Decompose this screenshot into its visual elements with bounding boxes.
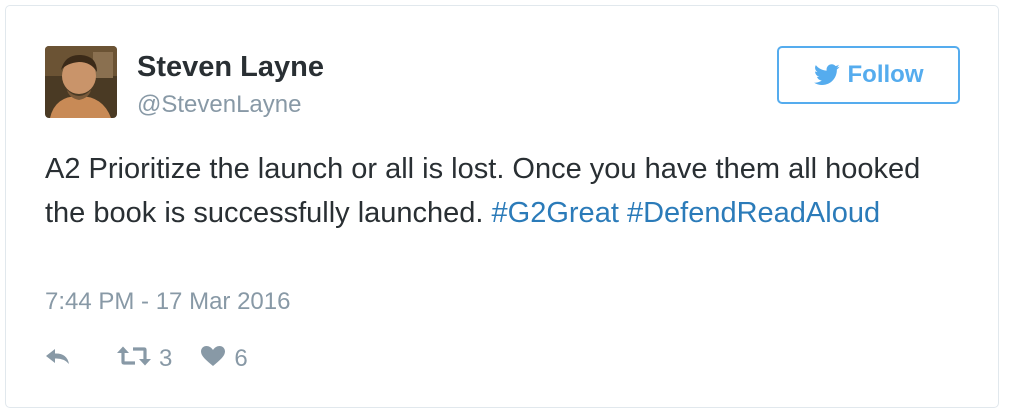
author-handle[interactable]: @StevenLayne: [137, 90, 301, 120]
like-button[interactable]: 6: [200, 345, 248, 374]
tweet-text: A2 Prioritize the launch or all is lost.…: [45, 147, 945, 235]
retweet-count: 3: [159, 345, 173, 372]
twitter-bird-icon: [813, 64, 840, 86]
follow-label: Follow: [847, 61, 924, 88]
follow-button[interactable]: Follow: [777, 46, 960, 104]
hashtag-link[interactable]: #G2Great: [492, 197, 619, 229]
retweet-button[interactable]: 3: [117, 345, 172, 374]
retweet-icon: [117, 345, 151, 374]
tweet-card: Steven Layne @StevenLayne Follow A2 Prio…: [5, 5, 999, 408]
reply-button[interactable]: [45, 345, 71, 374]
action-bar: 3 6: [45, 341, 248, 377]
author-name[interactable]: Steven Layne: [137, 50, 324, 84]
reply-icon: [45, 345, 71, 374]
timestamp[interactable]: 7:44 PM - 17 Mar 2016: [45, 287, 290, 317]
heart-icon: [200, 345, 226, 374]
like-count: 6: [234, 345, 248, 372]
avatar[interactable]: [45, 46, 117, 118]
hashtag-link[interactable]: #DefendReadAloud: [627, 197, 880, 229]
